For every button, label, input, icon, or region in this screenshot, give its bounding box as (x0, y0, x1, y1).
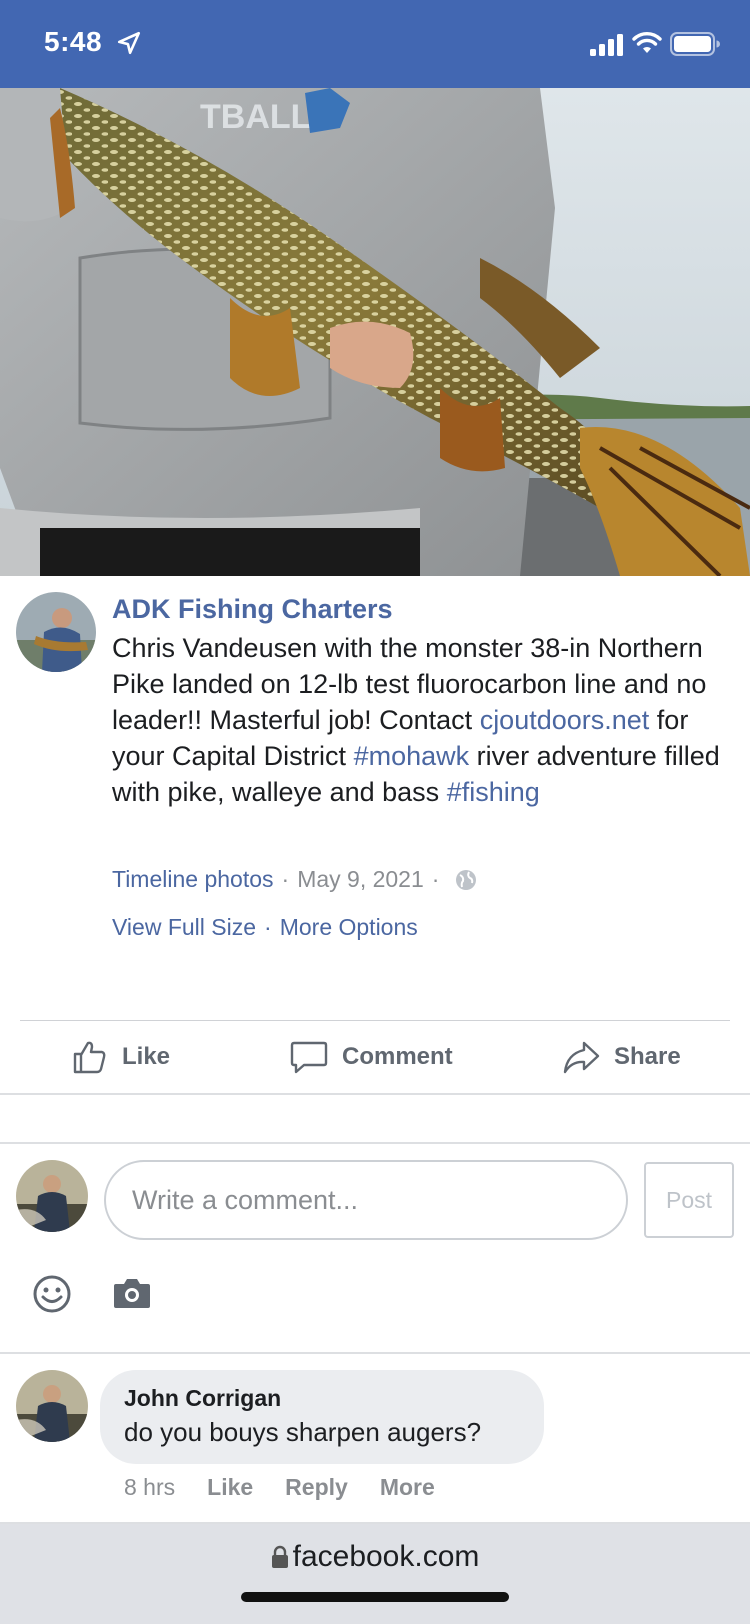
page-avatar[interactable] (16, 592, 96, 672)
hashtag-mohawk[interactable]: #mohawk (354, 741, 470, 771)
status-bar: 5:48 (0, 0, 750, 88)
commenter-avatar[interactable] (16, 1370, 88, 1442)
meta-separator: · (431, 866, 440, 892)
comment-like-button[interactable]: Like (207, 1474, 253, 1501)
page-avatar-image (16, 592, 96, 672)
hashtag-fishing[interactable]: #fishing (447, 777, 540, 807)
share-arrow-icon (563, 1041, 600, 1074)
camera-icon[interactable] (112, 1276, 152, 1310)
comment-label: Comment (342, 1043, 453, 1070)
home-indicator[interactable] (241, 1592, 509, 1602)
location-arrow-icon (117, 31, 141, 55)
share-label: Share (614, 1043, 681, 1070)
divider (0, 1142, 750, 1144)
lock-icon (271, 1545, 288, 1568)
section-gap (0, 1095, 750, 1143)
wifi-icon (632, 32, 662, 53)
comment-button[interactable]: Comment (290, 1021, 453, 1093)
post-photo[interactable]: TBALL (0, 88, 750, 576)
comment-bubble-icon (290, 1041, 328, 1074)
comment-meta: 8 hrs Like Reply More (124, 1474, 435, 1501)
album-link[interactable]: Timeline photos (112, 866, 274, 893)
photo-actions: View Full Size · More Options (112, 914, 418, 941)
post-comment-button[interactable]: Post (644, 1162, 734, 1238)
action-bar: Like Comment Share (0, 1021, 750, 1093)
like-button[interactable]: Like (72, 1021, 170, 1093)
comment-time[interactable]: 8 hrs (124, 1474, 175, 1501)
divider (0, 1352, 750, 1354)
comment-author[interactable]: John Corrigan (124, 1384, 520, 1412)
post-date[interactable]: May 9, 2021 (297, 866, 424, 893)
user-avatar-image (16, 1160, 88, 1232)
meta-separator: · (281, 866, 290, 892)
url-display[interactable]: facebook.com (0, 1540, 750, 1574)
signal-icon (590, 34, 623, 56)
thumbs-up-icon (73, 1041, 106, 1074)
comment-text: do you bouys sharpen augers? (124, 1417, 482, 1447)
user-avatar[interactable] (16, 1160, 88, 1232)
commenter-avatar-image (16, 1370, 88, 1442)
comment-input[interactable] (104, 1160, 628, 1240)
comment-more-button[interactable]: More (380, 1474, 435, 1501)
comment-bubble: John Corrigan do you bouys sharpen auger… (100, 1370, 544, 1464)
like-label: Like (122, 1043, 171, 1070)
fish-photo-image: TBALL (0, 88, 750, 576)
share-button[interactable]: Share (562, 1021, 681, 1093)
globe-icon (456, 869, 477, 890)
browser-url-bar[interactable]: facebook.com (0, 1524, 750, 1624)
emoji-icon[interactable] (32, 1274, 72, 1314)
battery-icon (670, 32, 720, 56)
post-meta: Timeline photos · May 9, 2021 · (112, 866, 477, 893)
post-text: Chris Vandeusen with the monster 38-in N… (112, 630, 742, 810)
view-full-size-link[interactable]: View Full Size (112, 914, 256, 941)
status-time: 5:48 (44, 26, 103, 57)
comment-reply-button[interactable]: Reply (285, 1474, 348, 1501)
url-text: facebook.com (292, 1540, 480, 1573)
post-author[interactable]: ADK Fishing Charters (112, 594, 393, 625)
post-link-cjoutdoors[interactable]: cjoutdoors.net (480, 705, 650, 735)
more-options-link[interactable]: More Options (280, 914, 418, 941)
svg-text:TBALL: TBALL (200, 98, 311, 136)
meta-separator: · (264, 914, 272, 940)
